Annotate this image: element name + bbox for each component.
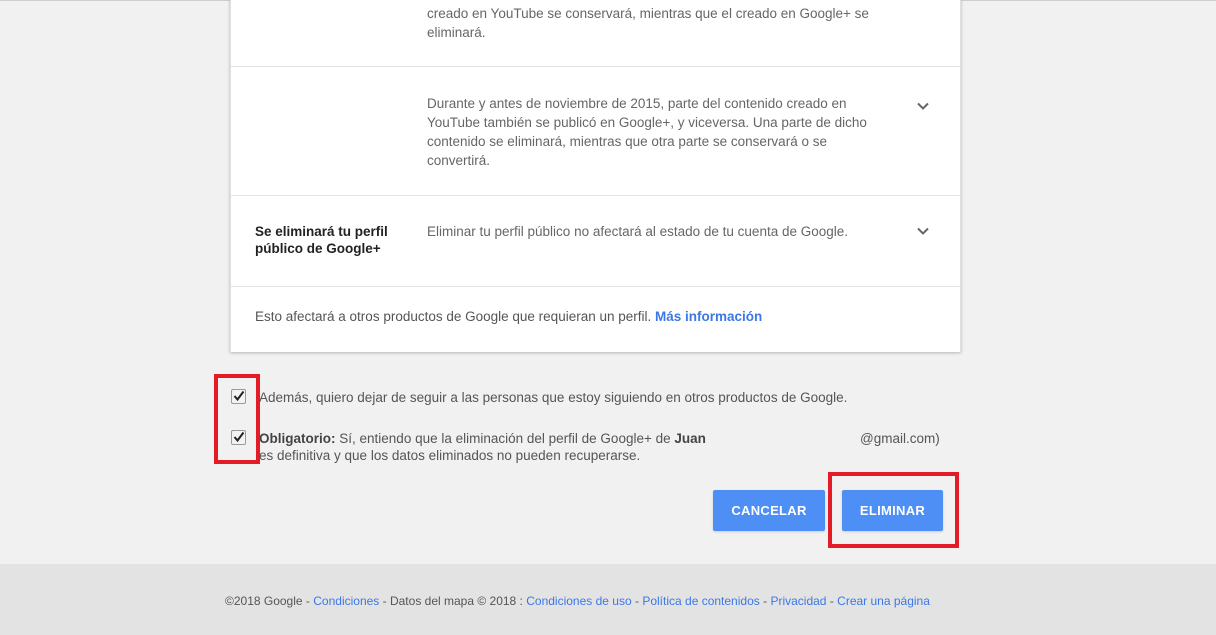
chevron-down-icon[interactable] [916, 224, 930, 238]
info-message: Esto afectará a otros productos de Googl… [255, 309, 652, 324]
footer-create-page-link[interactable]: Crear una página [837, 594, 930, 608]
delete-button-highlight-box [828, 472, 959, 548]
footer-terms-of-use-link[interactable]: Condiciones de uso [526, 594, 631, 608]
detail-title: Se eliminará tu perfil público de Google… [255, 224, 388, 256]
account-email-suffix: @gmail.com) [860, 431, 940, 446]
unfollow-checkbox-label[interactable]: Además, quiero dejar de seguir a las per… [259, 389, 847, 406]
footer-links: ©2018 Google - Condiciones - Datos del m… [225, 594, 930, 608]
required-text-part2: es definitiva y que los datos eliminados… [259, 448, 641, 463]
deletion-details-card: creado en YouTube se conservará, mientra… [230, 0, 961, 352]
footer-separator: - [634, 594, 639, 608]
more-info-link[interactable]: Más información [655, 309, 762, 324]
detail-description: creado en YouTube se conservará, mientra… [427, 6, 869, 40]
footer-map-data: - Datos del mapa © 2018 : [382, 594, 523, 608]
footer-content-policy-link[interactable]: Política de contenidos [642, 594, 759, 608]
footer-copyright: ©2018 Google - [225, 594, 310, 608]
cancel-button[interactable]: CANCELAR [713, 490, 825, 531]
checkbox-highlight-box [214, 374, 260, 464]
detail-row-youtube-content: creado en YouTube se conservará, mientra… [231, 0, 960, 67]
detail-row-shared-content[interactable]: Durante y antes de noviembre de 2015, pa… [231, 66, 960, 196]
detail-row-public-profile[interactable]: Se eliminará tu perfil público de Google… [231, 195, 960, 287]
footer-separator: - [829, 594, 834, 608]
footer-privacy-link[interactable]: Privacidad [770, 594, 826, 608]
footer-separator: - [763, 594, 768, 608]
detail-description: Durante y antes de noviembre de 2015, pa… [427, 96, 867, 168]
required-confirmation-label[interactable]: Obligatorio: Sí, entiendo que la elimina… [259, 430, 959, 464]
chevron-down-icon[interactable] [916, 99, 930, 113]
required-text-part1: Sí, entiendo que la eliminación del perf… [339, 431, 671, 446]
required-label: Obligatorio: [259, 431, 336, 446]
info-text: Esto afectará a otros productos de Googl… [255, 309, 762, 324]
footer-terms-link[interactable]: Condiciones [313, 594, 379, 608]
detail-description: Eliminar tu perfil público no afectará a… [427, 224, 849, 239]
footer: ©2018 Google - Condiciones - Datos del m… [0, 564, 1216, 635]
account-name: Juan [674, 431, 706, 446]
detail-row-info: Esto afectará a otros productos de Googl… [231, 286, 960, 352]
